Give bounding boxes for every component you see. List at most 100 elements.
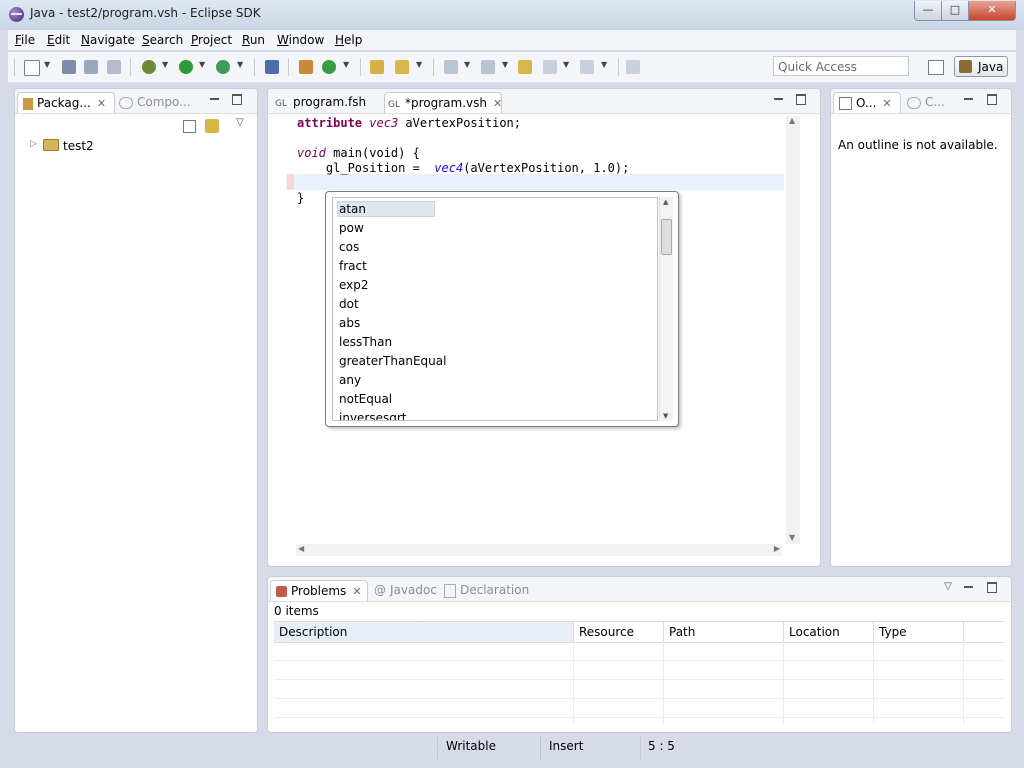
code-line-6[interactable]: } — [297, 191, 304, 205]
view-menu-icon[interactable]: ▽ — [235, 117, 245, 129]
menu-search[interactable]: Search — [142, 33, 183, 47]
close-icon[interactable]: ✕ — [493, 97, 502, 110]
editor-horizontal-scrollbar[interactable]: ◀ ▶ — [296, 544, 782, 556]
close-icon[interactable]: ✕ — [882, 97, 891, 110]
new-class-icon[interactable] — [322, 60, 336, 74]
expand-icon[interactable]: ▷ — [30, 139, 37, 149]
completion-item[interactable]: lessThan — [339, 333, 392, 352]
menu-window[interactable]: Window — [277, 33, 324, 47]
completion-item[interactable]: atan — [339, 200, 366, 219]
minimize-button[interactable]: — — [914, 1, 942, 21]
scroll-up-icon[interactable]: ▲ — [663, 198, 668, 206]
tab-outline[interactable]: O... ✕ — [833, 92, 901, 113]
completion-item[interactable]: notEqual — [339, 390, 392, 409]
tab-c-view[interactable]: C... — [905, 92, 951, 113]
menu-navigate[interactable]: Navigate — [81, 33, 135, 47]
chevron-down-icon[interactable]: ▼ — [199, 60, 205, 69]
tab-problems[interactable]: Problems ✕ — [270, 580, 368, 601]
tab-javadoc[interactable]: @ Javadoc — [372, 580, 440, 601]
minimize-view-button[interactable] — [210, 98, 219, 100]
type-token: vec3 — [369, 116, 399, 130]
chevron-down-icon[interactable]: ▼ — [563, 60, 569, 69]
menu-edit[interactable]: Edit — [47, 33, 70, 47]
completion-item[interactable]: pow — [339, 219, 364, 238]
open-perspective-icon[interactable] — [928, 60, 944, 75]
column-header-type[interactable]: Type — [874, 622, 964, 642]
scroll-left-icon[interactable]: ◀ — [298, 544, 304, 553]
menu-file[interactable]: File — [15, 33, 35, 47]
minimize-view-button[interactable] — [964, 98, 973, 100]
open-type-icon[interactable] — [370, 60, 384, 74]
maximize-view-button[interactable] — [232, 94, 242, 105]
column-header-location[interactable]: Location — [784, 622, 874, 642]
quick-access-input[interactable]: Quick Access — [773, 56, 909, 76]
chevron-down-icon[interactable]: ▼ — [601, 60, 607, 69]
chevron-down-icon[interactable]: ▼ — [464, 60, 470, 69]
chevron-down-icon[interactable]: ▼ — [502, 60, 508, 69]
new-icon[interactable] — [24, 60, 40, 76]
last-edit-icon[interactable] — [518, 60, 532, 74]
external-tools-icon[interactable] — [216, 60, 230, 74]
maximize-button[interactable]: □ — [941, 1, 969, 21]
java-perspective-button[interactable]: Java — [954, 56, 1008, 77]
link-with-editor-icon[interactable] — [205, 119, 219, 133]
column-header-resource[interactable]: Resource — [574, 622, 664, 642]
close-window-button[interactable]: ✕ — [968, 1, 1016, 21]
view-menu-icon[interactable]: ▽ — [943, 581, 953, 593]
tab-component[interactable]: Compo... — [117, 92, 207, 113]
tab-program-fsh[interactable]: GL program.fsh — [272, 92, 384, 113]
chevron-down-icon[interactable]: ▼ — [237, 60, 243, 69]
completion-scrollbar[interactable]: ▲ ▼ — [659, 197, 673, 421]
menu-help[interactable]: Help — [335, 33, 362, 47]
close-icon[interactable]: ✕ — [97, 97, 106, 110]
close-icon[interactable]: ✕ — [352, 585, 361, 598]
save-icon[interactable] — [62, 60, 76, 74]
maximize-view-button[interactable] — [796, 94, 806, 105]
completion-item[interactable]: abs — [339, 314, 360, 333]
run-icon[interactable] — [179, 60, 193, 74]
code-line-4[interactable]: gl_Position = vec4(aVertexPosition, 1.0)… — [297, 161, 629, 175]
minimize-view-button[interactable] — [964, 586, 973, 588]
chevron-down-icon[interactable]: ▼ — [416, 60, 422, 69]
completion-item[interactable]: inversesqrt — [339, 409, 407, 420]
completion-item[interactable]: exp2 — [339, 276, 369, 295]
next-annotation-icon[interactable] — [444, 60, 458, 74]
collapse-all-icon[interactable] — [183, 120, 196, 133]
chevron-down-icon[interactable]: ▼ — [162, 60, 168, 69]
completion-item[interactable]: dot — [339, 295, 359, 314]
completion-item[interactable]: any — [339, 371, 361, 390]
back-icon[interactable] — [543, 60, 557, 74]
column-header-description[interactable]: Description — [274, 622, 574, 642]
chevron-down-icon[interactable]: ▼ — [44, 60, 50, 69]
code-line-3[interactable]: void main(void) { — [297, 146, 420, 160]
menu-project[interactable]: Project — [191, 33, 232, 47]
code-line-1[interactable]: attribute vec3 aVertexPosition; — [297, 116, 521, 130]
tab-declaration[interactable]: Declaration — [442, 580, 532, 601]
scroll-down-icon[interactable]: ▼ — [663, 412, 668, 420]
search-icon[interactable] — [395, 60, 409, 74]
chevron-down-icon[interactable]: ▼ — [343, 60, 349, 69]
previous-annotation-icon[interactable] — [481, 60, 495, 74]
tab-package-explorer[interactable]: Packag... ✕ — [17, 92, 115, 113]
column-header-path[interactable]: Path — [664, 622, 784, 642]
pin-editor-icon[interactable] — [626, 60, 640, 74]
scrollbar-thumb[interactable] — [661, 219, 672, 255]
completion-item[interactable]: greaterThanEqual — [339, 352, 446, 371]
new-java-project-icon[interactable] — [299, 60, 313, 74]
scroll-down-icon[interactable]: ▼ — [789, 533, 795, 542]
scroll-right-icon[interactable]: ▶ — [774, 544, 780, 553]
maximize-view-button[interactable] — [987, 582, 997, 593]
scroll-up-icon[interactable]: ▲ — [789, 116, 795, 125]
editor-vertical-scrollbar[interactable]: ▲ ▼ — [786, 116, 800, 544]
completion-item[interactable]: cos — [339, 238, 359, 257]
print-icon[interactable] — [107, 60, 121, 74]
debug-icon[interactable] — [142, 60, 156, 74]
menu-run[interactable]: Run — [242, 33, 265, 47]
minimize-view-button[interactable] — [774, 98, 783, 100]
skip-breakpoints-icon[interactable] — [265, 60, 279, 74]
tab-program-vsh[interactable]: GL *program.vsh ✕ — [384, 92, 502, 113]
completion-item[interactable]: fract — [339, 257, 367, 276]
save-all-icon[interactable] — [84, 60, 98, 74]
maximize-view-button[interactable] — [987, 94, 997, 105]
forward-icon[interactable] — [580, 60, 594, 74]
